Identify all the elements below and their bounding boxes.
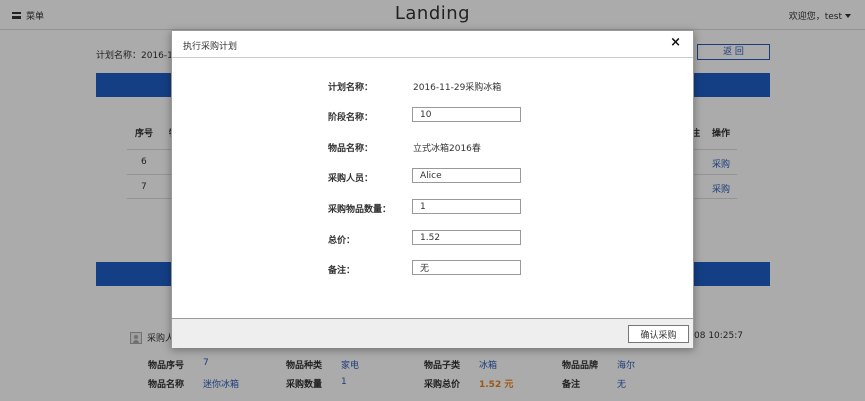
plan-name-value: 2016-11-29采购冰箱: [413, 83, 502, 93]
buyer-label: 采购人员：: [328, 174, 374, 184]
item-name-label: 物品名称：: [328, 144, 374, 154]
total-price-input[interactable]: [412, 230, 521, 245]
total-price-label: 总价：: [328, 236, 356, 246]
modal-header: 执行采购计划 ×: [172, 31, 693, 58]
form-row-item-name: 物品名称： 立式冰箱2016春: [172, 138, 693, 156]
close-icon[interactable]: ×: [670, 36, 681, 50]
quantity-label: 采购物品数量：: [328, 205, 392, 215]
remark-label: 备注：: [328, 266, 356, 276]
form-row-plan-name: 计划名称： 2016-11-29采购冰箱: [172, 77, 693, 95]
modal-title: 执行采购计划: [183, 42, 238, 52]
form-row-quantity: 采购物品数量：: [172, 199, 693, 217]
stage-name-input[interactable]: [412, 107, 521, 122]
modal-footer: 确认采购: [172, 318, 693, 348]
buyer-input[interactable]: [412, 168, 521, 183]
form-row-total-price: 总价：: [172, 230, 693, 248]
plan-name-label: 计划名称：: [328, 83, 374, 93]
item-name-value: 立式冰箱2016春: [413, 144, 481, 154]
quantity-input[interactable]: [412, 199, 521, 214]
form-row-remark: 备注：: [172, 260, 693, 278]
confirm-purchase-button[interactable]: 确认采购: [628, 325, 689, 343]
stage-name-label: 阶段名称：: [328, 113, 374, 123]
execute-purchase-modal: 执行采购计划 × 计划名称： 2016-11-29采购冰箱 阶段名称： 物品名称…: [171, 30, 694, 348]
remark-input[interactable]: [412, 260, 521, 275]
form-row-buyer: 采购人员：: [172, 168, 693, 186]
form-row-stage-name: 阶段名称：: [172, 107, 693, 125]
